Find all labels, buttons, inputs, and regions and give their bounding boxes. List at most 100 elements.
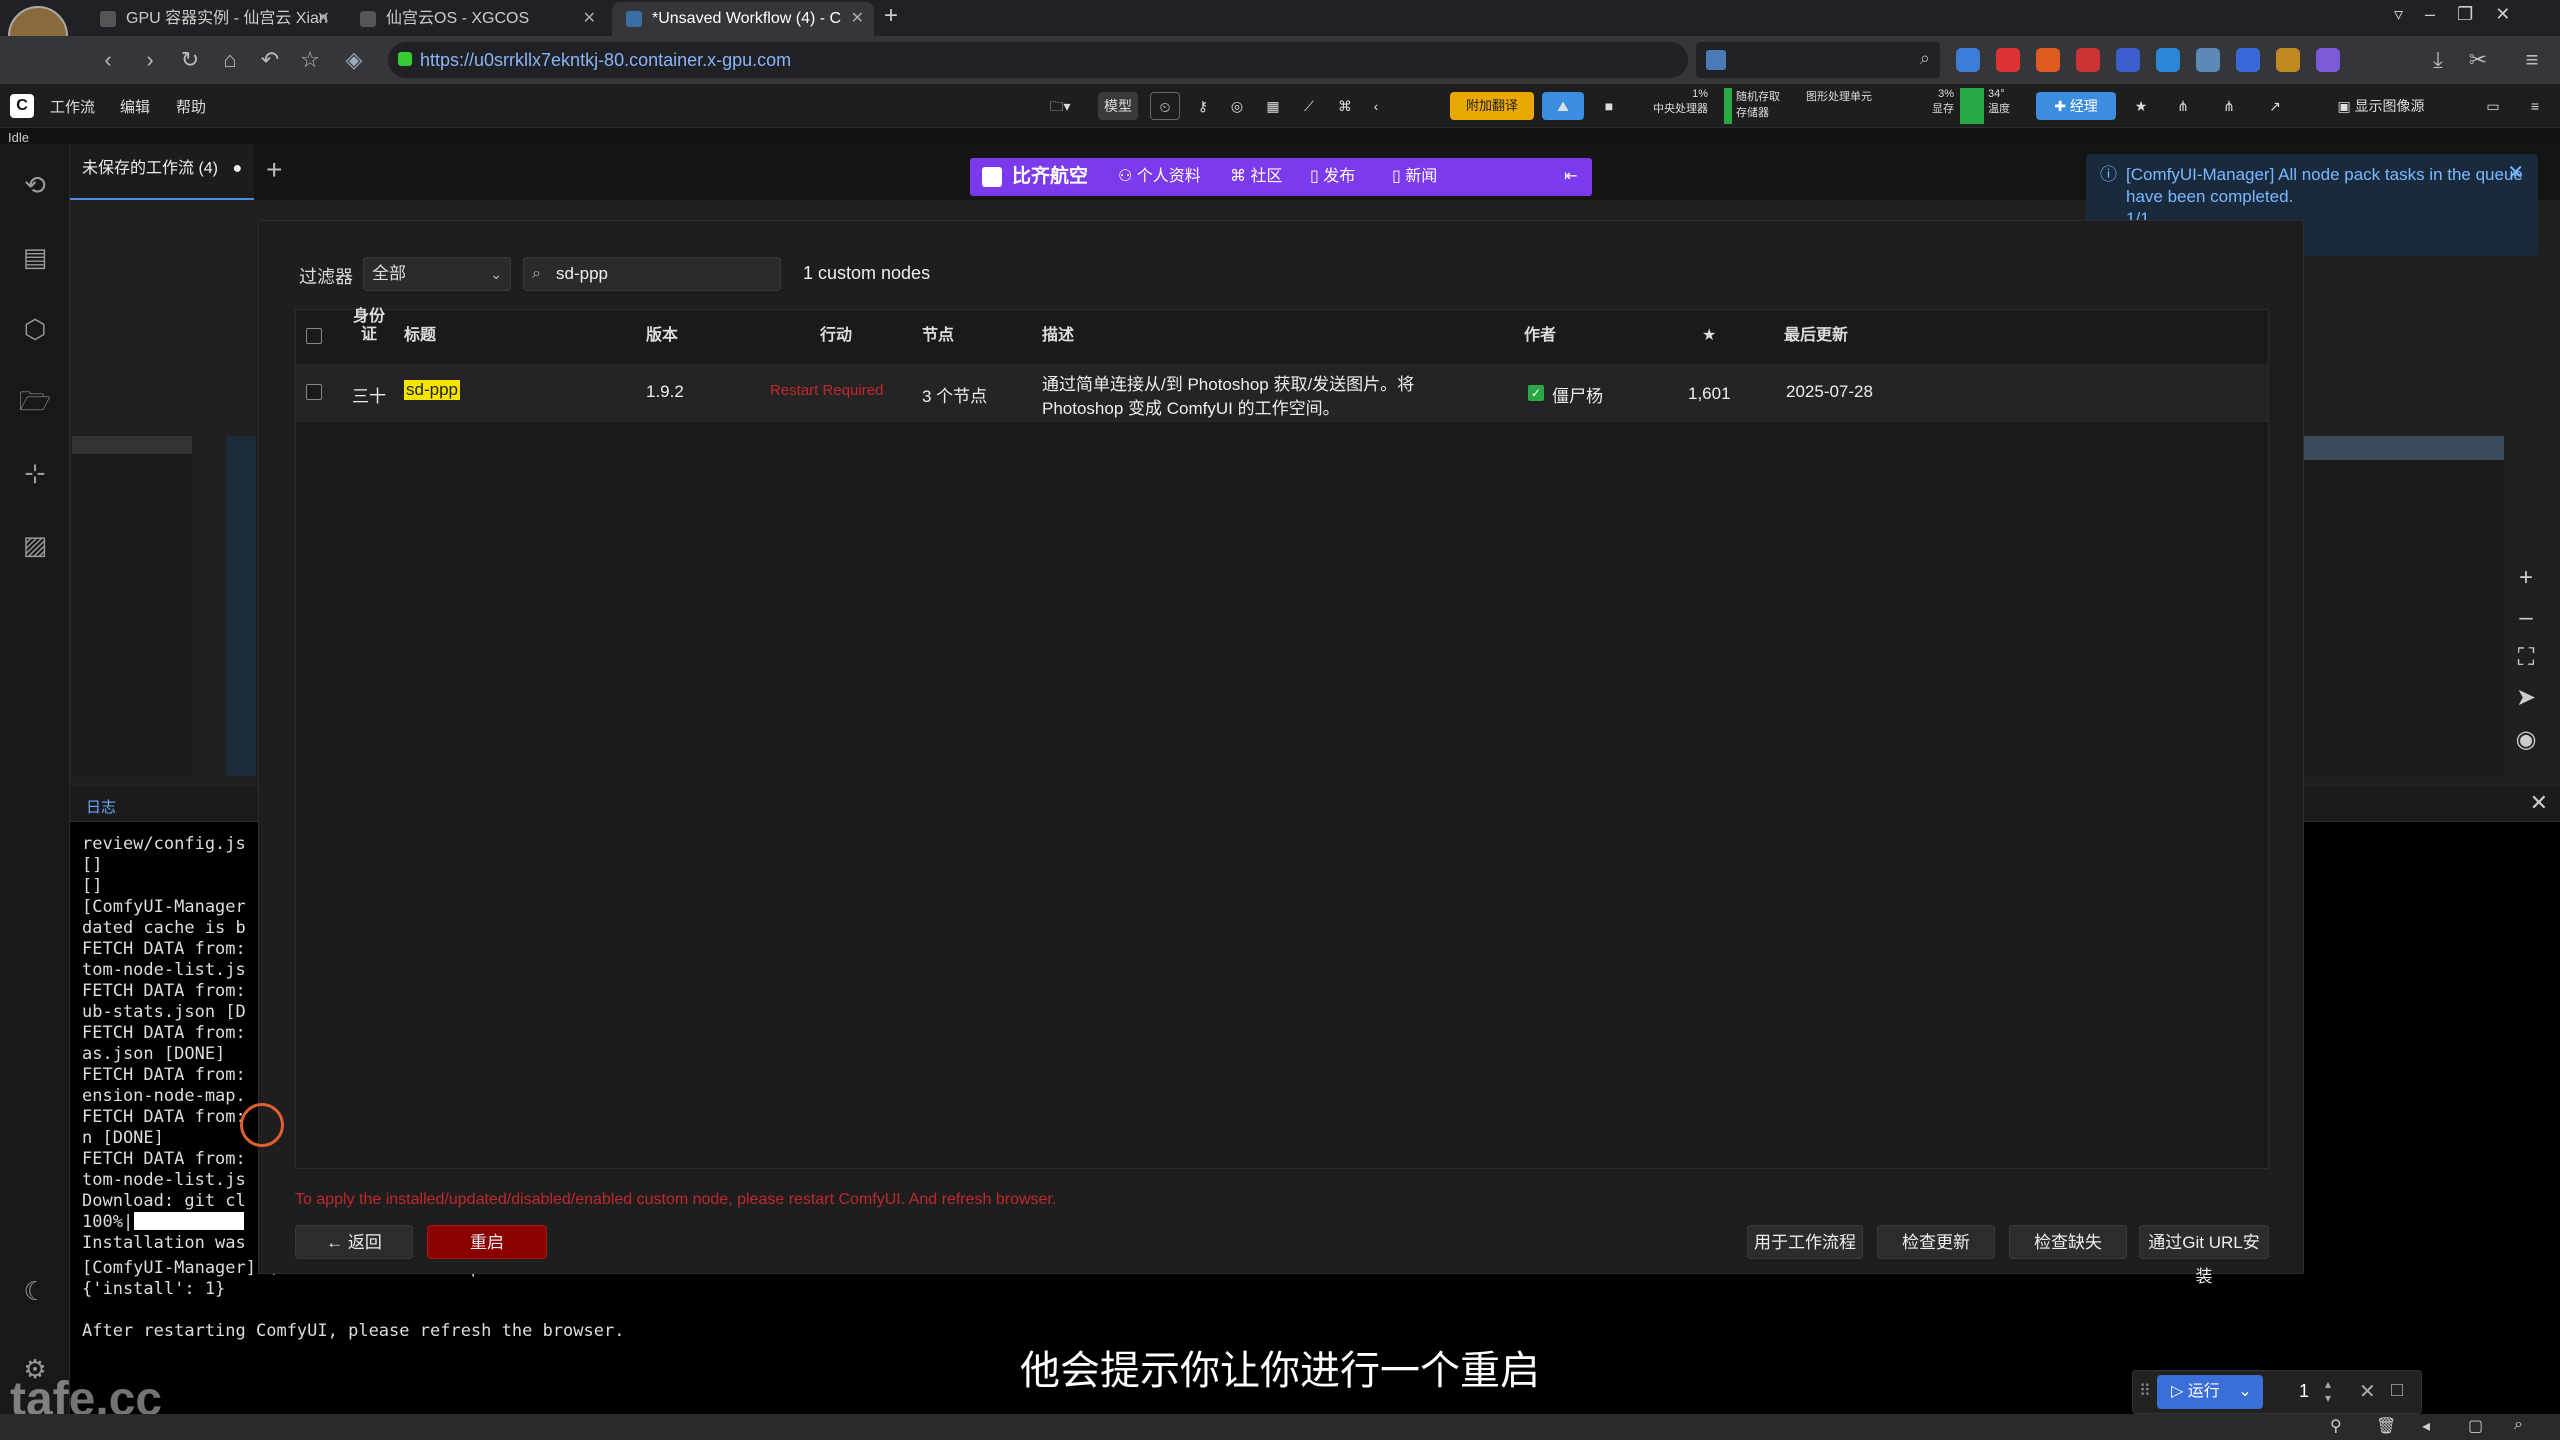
- share-icon[interactable]: ↗: [2262, 92, 2288, 120]
- restore-icon[interactable]: ❐: [2457, 4, 2495, 24]
- menu-edit[interactable]: 编辑: [120, 96, 150, 117]
- eye-icon[interactable]: ◉: [2508, 722, 2544, 758]
- close-icon[interactable]: ✕: [583, 2, 596, 36]
- browser-tab-1[interactable]: GPU 容器实例 - 仙宫云 Xian ✕: [86, 2, 340, 36]
- column-header-updated[interactable]: 最后更新: [1784, 310, 1848, 362]
- extension-icon[interactable]: [2156, 48, 2180, 72]
- filter-select[interactable]: 全部 ⌄: [363, 257, 511, 291]
- browser-search-input[interactable]: ⌕: [1696, 42, 1940, 78]
- browser-tab-2[interactable]: 仙宫云OS - XGCOS ✕: [346, 2, 606, 36]
- node-alt-icon[interactable]: ⋔: [2216, 92, 2242, 120]
- node-icon[interactable]: ⋔: [2170, 92, 2196, 120]
- window-icon[interactable]: ▢: [2468, 1416, 2483, 1436]
- row-action[interactable]: Restart Required: [770, 382, 883, 399]
- extension-icon[interactable]: [2036, 48, 2060, 72]
- folder-icon[interactable]: 🗁: [18, 384, 52, 418]
- rocket-icon[interactable]: ⚲: [2330, 1416, 2342, 1436]
- chevron-down-icon[interactable]: ⌄: [2238, 1383, 2251, 1400]
- table-icon[interactable]: ▦: [1260, 92, 1286, 120]
- translate-button[interactable]: 附加翻译: [1450, 92, 1534, 120]
- collapse-banner-icon[interactable]: ⇤: [1564, 158, 1577, 196]
- bookmark-icon[interactable]: ■: [1596, 92, 1622, 120]
- column-header-nodes[interactable]: 节点: [922, 310, 954, 362]
- install-git-url-button[interactable]: 通过Git URL安装: [2139, 1225, 2269, 1286]
- search-icon[interactable]: ⌕: [1920, 48, 1930, 69]
- clock-icon[interactable]: ⏲: [1150, 92, 1180, 120]
- menu-help[interactable]: 帮助: [176, 96, 206, 117]
- drag-handle-icon[interactable]: ⠿: [2139, 1381, 2151, 1401]
- download-icon[interactable]: ⤓: [2424, 46, 2452, 74]
- volume-icon[interactable]: ◂: [2422, 1416, 2430, 1436]
- close-icon[interactable]: ✕: [2530, 790, 2548, 816]
- scissors-icon[interactable]: ✂: [2464, 46, 2492, 74]
- chart-icon[interactable]: ⟋: [1296, 92, 1322, 120]
- pin-icon[interactable]: ▿: [2394, 4, 2425, 24]
- moon-icon[interactable]: ☾: [18, 1274, 52, 1308]
- image-gallery-icon[interactable]: ▨: [18, 528, 52, 562]
- column-header-title[interactable]: 标题: [404, 310, 436, 362]
- trash-icon[interactable]: 🗑: [2376, 1416, 2396, 1436]
- extension-icon[interactable]: [2316, 48, 2340, 72]
- run-button[interactable]: ▷ 运行 ⌄: [2157, 1375, 2263, 1409]
- column-header-version[interactable]: 版本: [646, 310, 678, 362]
- batch-count-input[interactable]: 1: [2299, 1381, 2309, 1402]
- star-icon[interactable]: ☆: [296, 46, 324, 74]
- column-header-stars[interactable]: ★: [1702, 310, 1716, 362]
- folder-icon[interactable]: 🗀▾: [1040, 92, 1080, 120]
- star-icon[interactable]: ★: [2128, 92, 2154, 120]
- close-icon[interactable]: ✕: [2507, 162, 2524, 184]
- fit-view-icon[interactable]: ⛶: [2508, 640, 2544, 676]
- cancel-icon[interactable]: ✕: [2359, 1379, 2376, 1404]
- extension-icon[interactable]: [2236, 48, 2260, 72]
- node-library-icon[interactable]: ⊹: [18, 456, 52, 490]
- stop-icon[interactable]: □: [2391, 1379, 2403, 1402]
- banner-link-publish[interactable]: ▯ 发布: [1310, 158, 1355, 196]
- column-header-action[interactable]: 行动: [820, 310, 852, 362]
- column-header-author[interactable]: 作者: [1524, 310, 1556, 362]
- restart-button[interactable]: 重启: [427, 1225, 547, 1259]
- log-title[interactable]: 日志: [86, 796, 116, 817]
- column-header-id[interactable]: 身份证: [350, 308, 388, 360]
- blue-tool-button[interactable]: ⛰: [1542, 92, 1584, 120]
- brand-name[interactable]: 比齐航空: [1012, 158, 1088, 196]
- extension-icon[interactable]: [1956, 48, 1980, 72]
- extension-icon[interactable]: [2076, 48, 2100, 72]
- close-icon[interactable]: ✕: [2495, 4, 2532, 24]
- select-all-checkbox[interactable]: [306, 328, 322, 344]
- use-in-workflow-button[interactable]: 用于工作流程: [1747, 1225, 1863, 1259]
- forward-icon[interactable]: ›: [136, 46, 164, 74]
- table-row[interactable]: 三十 sd-ppp 1.9.2 Restart Required 3 个节点 通…: [296, 364, 2268, 422]
- row-author[interactable]: 僵尸杨: [1552, 382, 1603, 407]
- row-title[interactable]: sd-ppp: [404, 380, 460, 400]
- close-icon[interactable]: ✕: [317, 2, 330, 36]
- queue-icon[interactable]: ▤: [18, 240, 52, 274]
- home-icon[interactable]: ⌂: [216, 46, 244, 74]
- column-header-description[interactable]: 描述: [1042, 310, 1074, 362]
- node-search-input[interactable]: ⌕ sd-ppp: [523, 257, 781, 291]
- extension-icon[interactable]: [2116, 48, 2140, 72]
- menu-workflow[interactable]: 工作流: [50, 96, 95, 117]
- show-image-source-button[interactable]: ▣ 显示图像源: [2318, 92, 2444, 120]
- new-tab-button[interactable]: +: [884, 2, 898, 30]
- extension-icon[interactable]: ◈: [340, 46, 368, 74]
- zoom-icon[interactable]: ⌕: [2514, 1416, 2523, 1434]
- reload-icon[interactable]: ↻: [176, 46, 204, 74]
- zoom-in-icon[interactable]: +: [2508, 560, 2544, 596]
- banner-link-community[interactable]: ⌘ 社区: [1230, 158, 1282, 196]
- banner-link-news[interactable]: ▯ 新闻: [1392, 158, 1437, 196]
- row-nodes[interactable]: 3 个节点: [922, 382, 987, 407]
- extension-icon[interactable]: [1996, 48, 2020, 72]
- add-workflow-button[interactable]: +: [266, 154, 282, 186]
- check-missing-button[interactable]: 检查缺失: [2009, 1225, 2127, 1259]
- tab-unsaved-workflow[interactable]: 未保存的工作流 (4) ●: [70, 144, 254, 200]
- undo-icon[interactable]: ↶: [256, 46, 284, 74]
- extension-icon[interactable]: [2276, 48, 2300, 72]
- row-checkbox[interactable]: [306, 384, 322, 400]
- check-circle-icon[interactable]: ◎: [1224, 92, 1250, 120]
- zoom-out-icon[interactable]: –: [2508, 600, 2544, 636]
- back-button[interactable]: ← 返回: [295, 1225, 413, 1259]
- model-button[interactable]: 模型: [1098, 92, 1138, 120]
- panel-icon[interactable]: ▭: [2480, 92, 2506, 120]
- cube-icon[interactable]: ⬡: [18, 312, 52, 346]
- extension-icon[interactable]: [2196, 48, 2220, 72]
